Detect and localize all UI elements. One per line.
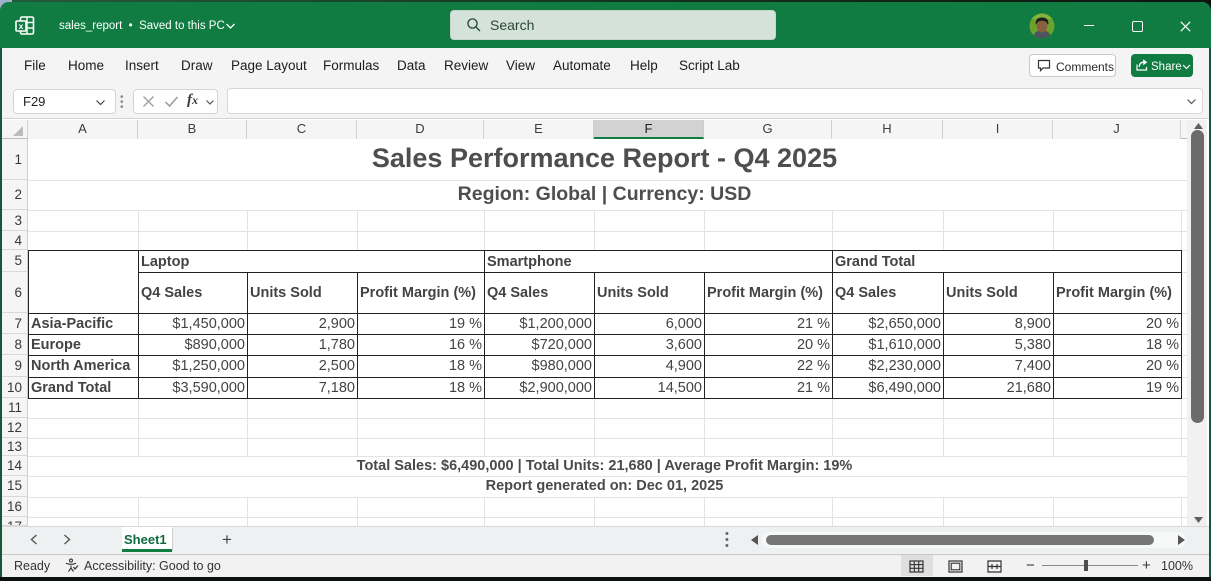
- svg-text:x: x: [19, 21, 24, 31]
